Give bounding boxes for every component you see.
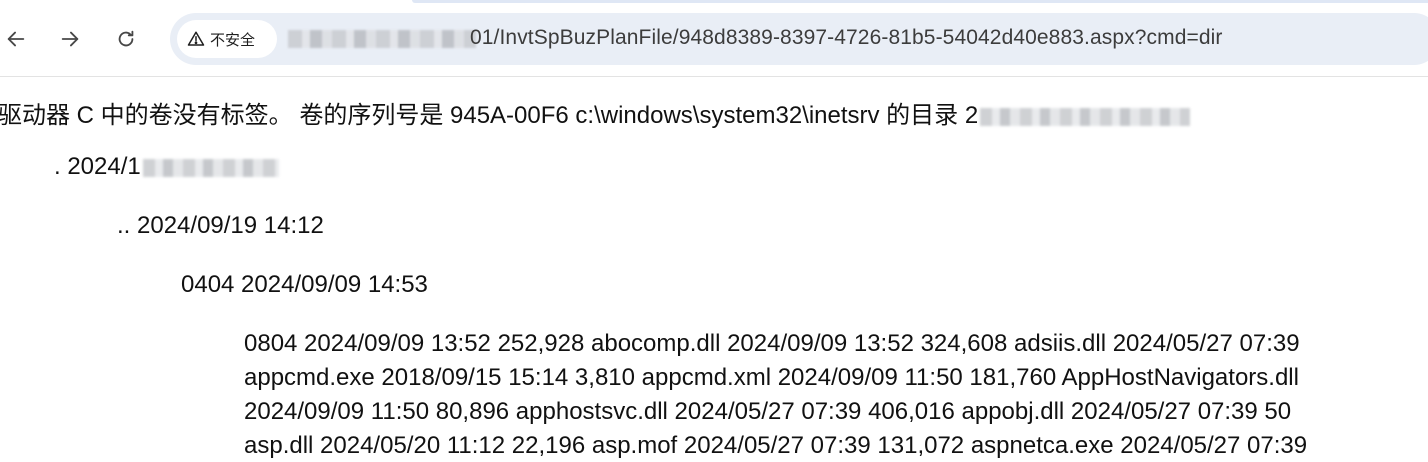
browser-toolbar: 不安全 01/InvtSpBuzPlanFile/948d8389-8397-4… (0, 0, 1428, 77)
page-content: 驱动器 C 中的卷没有标签。 卷的序列号是 945A-00F6 c:\windo… (0, 77, 1428, 462)
forward-arrow-icon (61, 31, 79, 47)
back-button[interactable] (0, 23, 32, 55)
redacted-date (980, 107, 1191, 126)
dir-entry-current: . 2024/1 (54, 153, 279, 181)
dir-entry-text: .. 2024/09/19 14:12 (117, 212, 324, 239)
file-listing-line-1: 0804 2024/09/09 13:52 252,928 abocomp.dl… (244, 330, 1300, 358)
redacted-date (142, 158, 279, 177)
redacted-host (288, 30, 476, 48)
tab-strip-edge (412, 0, 1428, 3)
dir-entry-parent: .. 2024/09/19 14:12 (117, 212, 324, 240)
dir-entry-text: . 2024/1 (54, 153, 141, 180)
reload-icon (118, 30, 134, 47)
directory-header-text: 驱动器 C 中的卷没有标签。 卷的序列号是 945A-00F6 c:\windo… (0, 102, 979, 129)
file-listing-line-3: 2024/09/09 11:50 80,896 apphostsvc.dll 2… (244, 398, 1291, 426)
file-listing-text: asp.dll 2024/05/20 11:12 22,196 asp.mof … (244, 432, 1308, 459)
address-bar[interactable]: 不安全 01/InvtSpBuzPlanFile/948d8389-8397-4… (170, 13, 1428, 65)
warning-triangle-icon (187, 31, 205, 46)
security-indicator-button[interactable]: 不安全 (177, 20, 277, 58)
forward-button[interactable] (54, 23, 86, 55)
directory-header-line: 驱动器 C 中的卷没有标签。 卷的序列号是 945A-00F6 c:\windo… (0, 95, 1191, 130)
file-listing-line-2: appcmd.exe 2018/09/15 15:14 3,810 appcmd… (244, 364, 1299, 392)
back-arrow-icon (7, 31, 25, 47)
file-listing-text: 0804 2024/09/09 13:52 252,928 abocomp.dl… (244, 330, 1300, 357)
file-listing-line-4: asp.dll 2024/05/20 11:12 22,196 asp.mof … (244, 432, 1307, 460)
security-label: 不安全 (210, 31, 256, 49)
file-listing-text: 2024/09/09 11:50 80,896 apphostsvc.dll 2… (244, 398, 1292, 425)
dir-entry-0404: 0404 2024/09/09 14:53 (181, 271, 428, 299)
url-text[interactable]: 01/InvtSpBuzPlanFile/948d8389-8397-4726-… (470, 26, 1222, 50)
file-listing-text: appcmd.exe 2018/09/15 15:14 3,810 appcmd… (244, 364, 1299, 391)
dir-entry-text: 0404 2024/09/09 14:53 (181, 271, 428, 298)
reload-button[interactable] (110, 23, 142, 55)
